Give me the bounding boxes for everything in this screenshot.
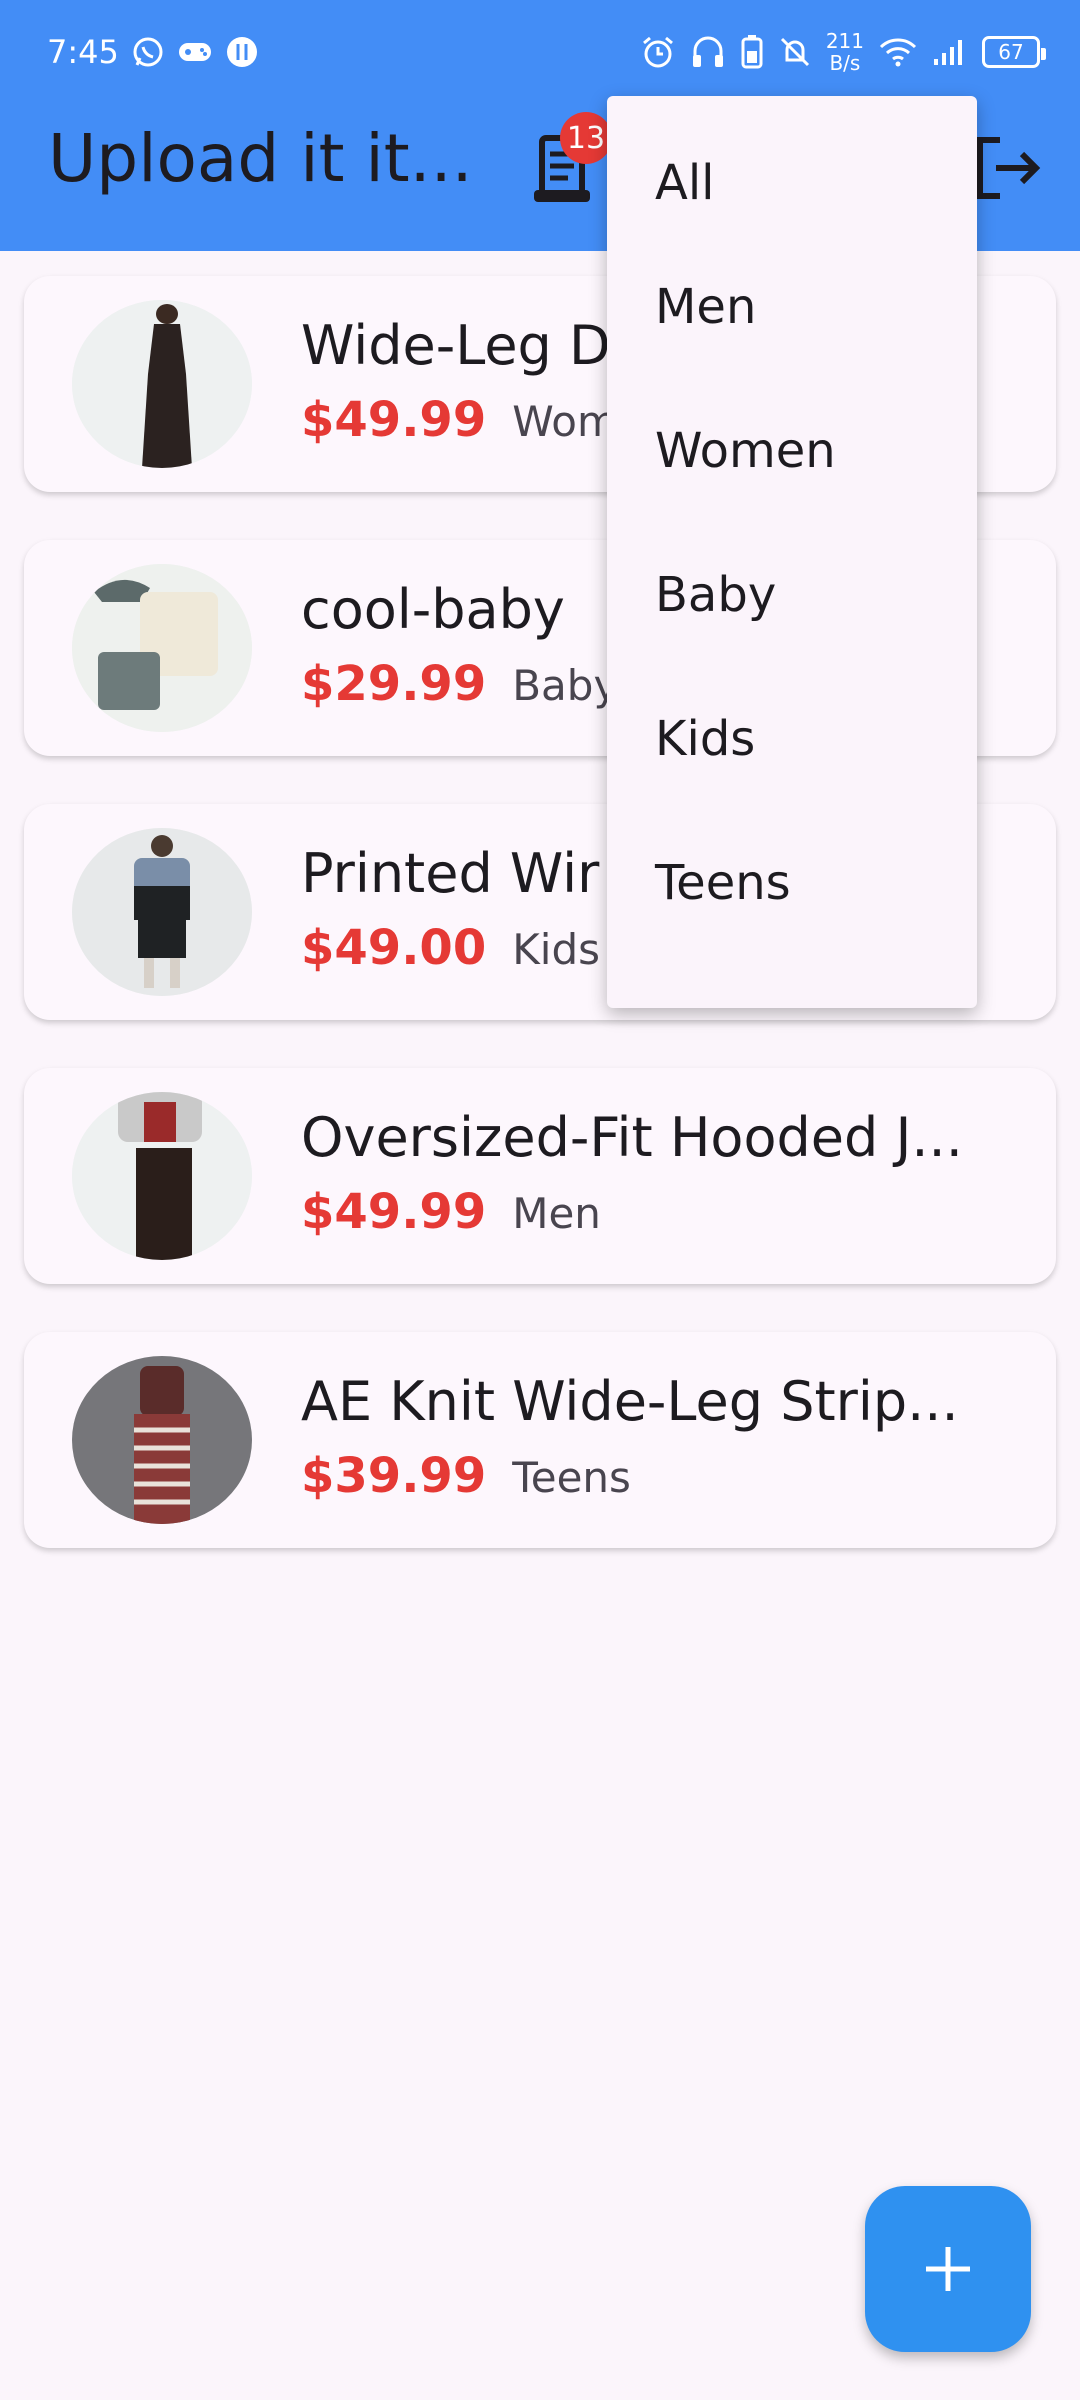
filter-option-women[interactable]: Women [607,379,977,523]
headphones-icon [690,35,726,69]
net-speed-value: 211 [825,29,864,53]
filter-option-teens[interactable]: Teens [607,811,977,955]
product-price: $49.00 [301,920,487,976]
product-category: Kids [512,925,600,974]
battery-icon: 67 [982,36,1046,68]
product-name: Oversized-Fit Hooded J... [301,1106,963,1169]
product-image [72,1092,252,1260]
filter-option-all[interactable]: All [607,139,977,235]
product-price: $39.99 [301,1448,487,1504]
product-price: $29.99 [301,656,487,712]
status-bar: 7:45 211 B/s 67 [0,0,1080,104]
status-time: 7:45 [47,33,119,71]
filter-option-kids[interactable]: Kids [607,667,977,811]
filter-option-men[interactable]: Men [607,235,977,379]
page-title: Upload it it... [48,120,473,197]
battery-level: 67 [998,40,1024,64]
product-category: Men [512,1189,601,1238]
category-filter-menu: All Men Women Baby Kids Teens [607,96,977,1008]
product-meta: $29.99 Baby [301,656,618,712]
product-name: AE Knit Wide-Leg Strip... [301,1370,959,1433]
product-meta: $49.00 Kids [301,920,600,976]
product-meta: $49.99 Men [301,1184,601,1240]
product-card[interactable]: AE Knit Wide-Leg Strip... $39.99 Teens [24,1332,1056,1548]
wifi-icon [878,36,918,68]
network-speed: 211 B/s [826,30,864,74]
battery-saver-icon [740,34,764,70]
add-product-button[interactable] [865,2186,1031,2352]
net-speed-unit: B/s [829,51,861,75]
product-image [72,564,252,732]
signal-icon [932,37,968,67]
whatsapp-icon [131,35,165,69]
product-image [72,300,252,468]
product-meta: $39.99 Teens [301,1448,631,1504]
game-controller-icon [177,37,213,67]
sync-icon [225,35,259,69]
product-price: $49.99 [301,1184,487,1240]
product-card[interactable]: Oversized-Fit Hooded J... $49.99 Men [24,1068,1056,1284]
logout-icon [977,137,1041,199]
orders-count-badge: 13 [560,112,612,164]
product-price: $49.99 [301,392,487,448]
product-category: Teens [512,1453,631,1502]
product-image [72,828,252,996]
product-meta: $49.99 Wome [301,392,644,448]
logout-button[interactable] [970,130,1050,210]
product-category: Baby [512,661,619,710]
alarm-icon [640,35,676,69]
product-image [72,1356,252,1524]
plus-icon [926,2247,970,2291]
mute-bell-icon [778,35,812,69]
filter-option-baby[interactable]: Baby [607,523,977,667]
